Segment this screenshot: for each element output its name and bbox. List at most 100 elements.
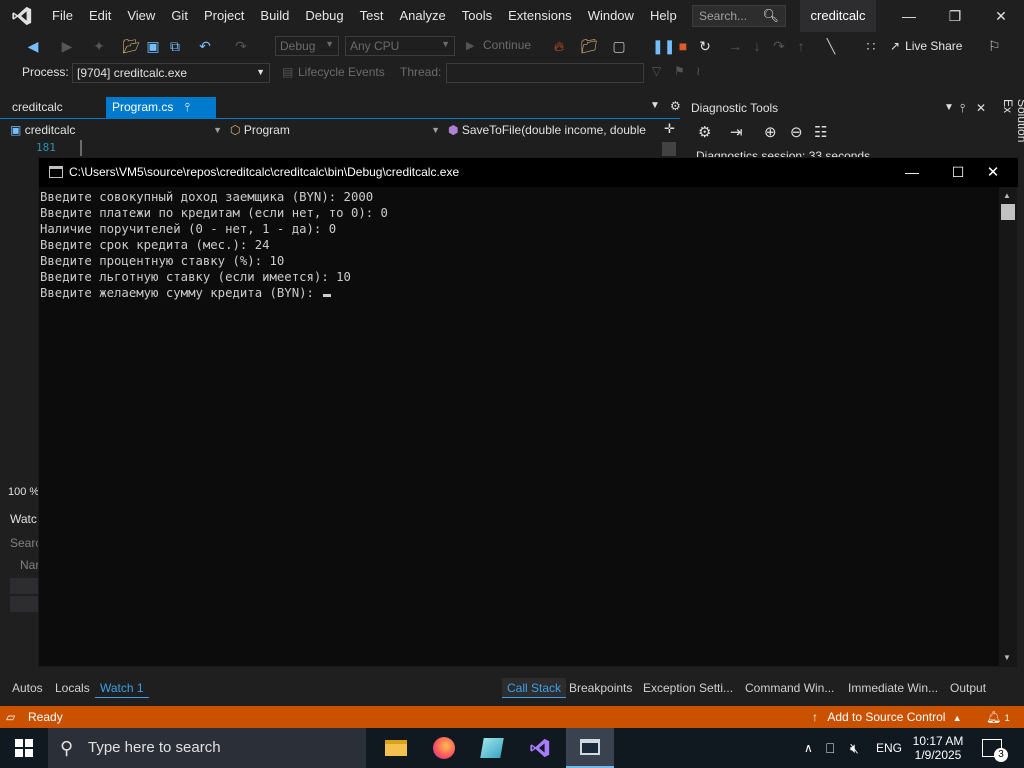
visual-studio-app[interactable] (516, 728, 564, 768)
tab-creditcalc[interactable]: creditcalc (6, 97, 69, 118)
solution-explorer-tab[interactable]: Solution Ex (997, 97, 1024, 157)
project-nav-select[interactable]: ▣ creditcalc ▼ (10, 121, 222, 139)
pin-icon[interactable]: ⫯ (185, 100, 190, 114)
menu-build[interactable]: Build (252, 0, 297, 32)
menu-help[interactable]: Help (642, 0, 685, 32)
firefox-app[interactable] (420, 728, 468, 768)
menu-test[interactable]: Test (352, 0, 392, 32)
hot-reload-icon[interactable]: 🔥︎ (550, 37, 568, 55)
tab-overflow-icon[interactable]: ▼ (650, 100, 660, 111)
save-icon[interactable]: ▣ (144, 37, 162, 55)
browse-folder-icon[interactable]: 📁︎ (580, 37, 598, 55)
watch-search-input[interactable]: Searc (10, 536, 41, 550)
show-next-statement-icon[interactable]: → (726, 37, 744, 55)
watch-row[interactable] (10, 596, 38, 612)
close-icon[interactable]: ✕ (976, 97, 986, 119)
add-to-source-control-button[interactable]: ↑ Add to Source Control ▲ (812, 706, 962, 728)
start-button[interactable] (0, 728, 48, 768)
stack-frame-icon[interactable]: ≀ (696, 64, 701, 78)
save-all-icon[interactable]: ⧉ (166, 37, 184, 55)
scroll-up-icon[interactable]: ▲ (1003, 191, 1011, 200)
live-share-button[interactable]: ↗ Live Share (890, 32, 962, 60)
continue-button[interactable]: Continue (483, 38, 531, 52)
new-item-icon[interactable]: ✦ (90, 37, 108, 55)
menu-view[interactable]: View (119, 0, 163, 32)
zoom-in-icon[interactable]: ⊕ (764, 123, 777, 141)
menu-analyze[interactable]: Analyze (391, 0, 453, 32)
console-output[interactable]: Введите совокупный доход заемщика (BYN):… (39, 187, 999, 667)
thread-select[interactable] (446, 63, 644, 83)
forward-icon[interactable]: ▶ (58, 37, 76, 55)
menu-debug[interactable]: Debug (297, 0, 351, 32)
menu-project[interactable]: Project (196, 0, 252, 32)
tab-program-cs[interactable]: Program.cs ⫯ ✕ (106, 97, 216, 135)
close-icon[interactable]: ✕ (970, 158, 1016, 187)
menu-extensions[interactable]: Extensions (500, 0, 580, 32)
lifecycle-events-label[interactable]: Lifecycle Events (298, 65, 385, 79)
open-folder-icon[interactable]: 📂︎ (122, 37, 140, 55)
filter-icon[interactable]: ▽ (652, 64, 661, 78)
search-input[interactable]: Search... 🔍︎ (692, 5, 786, 27)
scroll-down-icon[interactable]: ▼ (1003, 653, 1011, 662)
stop-icon[interactable]: ■ (674, 37, 692, 55)
watch-row[interactable] (10, 578, 38, 594)
class-nav-select[interactable]: ⬡ Program ▼ (230, 121, 440, 139)
maximize-icon[interactable]: ❐ (932, 0, 978, 32)
tab-autos[interactable]: Autos (7, 678, 48, 698)
action-center-button[interactable]: 3 (982, 728, 1008, 768)
clock[interactable]: 10:17 AM 1/9/2025 (908, 728, 968, 768)
pin-icon[interactable]: ⫯ (960, 97, 965, 119)
step-out-icon[interactable]: ↑ (792, 37, 810, 55)
configuration-select[interactable]: Debug ▼ (275, 36, 339, 56)
zoom-level[interactable]: 100 % (8, 486, 39, 498)
menu-window[interactable]: Window (580, 0, 642, 32)
zoom-out-icon[interactable]: ⊖ (790, 123, 803, 141)
menu-tools[interactable]: Tools (454, 0, 500, 32)
tab-breakpoints[interactable]: Breakpoints (564, 678, 637, 698)
tab-command-window[interactable]: Command Win... (740, 678, 839, 698)
notes-app[interactable] (468, 728, 516, 768)
redo-icon[interactable]: ↷ (232, 37, 250, 55)
pause-icon[interactable]: ❚❚ (652, 37, 675, 55)
back-icon[interactable]: ◀ (24, 37, 42, 55)
menu-file[interactable]: File (44, 0, 81, 32)
tab-locals[interactable]: Locals (50, 678, 95, 698)
split-editor-icon[interactable]: ✛ (664, 121, 675, 137)
settings-icon[interactable]: ⚙ (698, 123, 711, 141)
console-window[interactable]: C:\Users\VM5\source\repos\creditcalc\cre… (38, 157, 1018, 667)
editor-scrollbar-thumb[interactable] (662, 142, 676, 156)
restart-icon[interactable]: ↻ (696, 37, 714, 55)
process-select[interactable]: [9704] creditcalc.exe ▼ (72, 63, 270, 83)
feedback-icon[interactable]: ⚐ (988, 38, 1001, 55)
console-scrollbar[interactable]: ▲ ▼ (999, 187, 1017, 667)
network-icon[interactable]: ⎕ (826, 728, 834, 768)
console-app[interactable] (566, 728, 614, 768)
breakpoint-toggle-icon[interactable]: ╲ (822, 37, 840, 55)
file-explorer-app[interactable] (372, 728, 420, 768)
minimize-icon[interactable]: — (889, 158, 935, 187)
tab-call-stack[interactable]: Call Stack (502, 678, 567, 698)
volume-muted-icon[interactable]: 🔇︎ (850, 728, 859, 768)
reset-view-icon[interactable]: ☷ (814, 123, 827, 141)
tab-exception-settings[interactable]: Exception Setti... (638, 678, 738, 698)
console-title-bar[interactable]: C:\Users\VM5\source\repos\creditcalc\cre… (39, 158, 1018, 187)
minimize-icon[interactable]: — (886, 0, 932, 32)
settings-icon[interactable]: ⚙ (670, 99, 681, 113)
platform-select[interactable]: Any CPU ▼ (345, 36, 455, 56)
notifications-button[interactable]: 🔔︎ 1 (986, 706, 1010, 728)
step-over-icon[interactable]: ↷ (770, 37, 788, 55)
undo-icon[interactable]: ↶ (196, 37, 214, 55)
taskbar-search-box[interactable]: ⚲ Type here to search (48, 728, 366, 768)
tab-output[interactable]: Output (945, 678, 991, 698)
export-icon[interactable]: ⇥ (730, 123, 743, 141)
step-into-icon[interactable]: ↓ (748, 37, 766, 55)
tab-immediate-window[interactable]: Immediate Win... (843, 678, 943, 698)
chevron-down-icon[interactable]: ▼ (944, 97, 954, 119)
input-language[interactable]: ENG (876, 728, 902, 768)
toolbar-overflow-icon[interactable]: ∷ (862, 37, 880, 55)
close-icon[interactable]: ✕ (978, 0, 1024, 32)
console-scrollbar-thumb[interactable] (1001, 204, 1015, 220)
window-icon[interactable]: ▢ (610, 37, 628, 55)
tab-watch-1[interactable]: Watch 1 (95, 678, 149, 698)
member-nav-select[interactable]: ⬢ SaveToFile(double income, double (448, 121, 660, 139)
